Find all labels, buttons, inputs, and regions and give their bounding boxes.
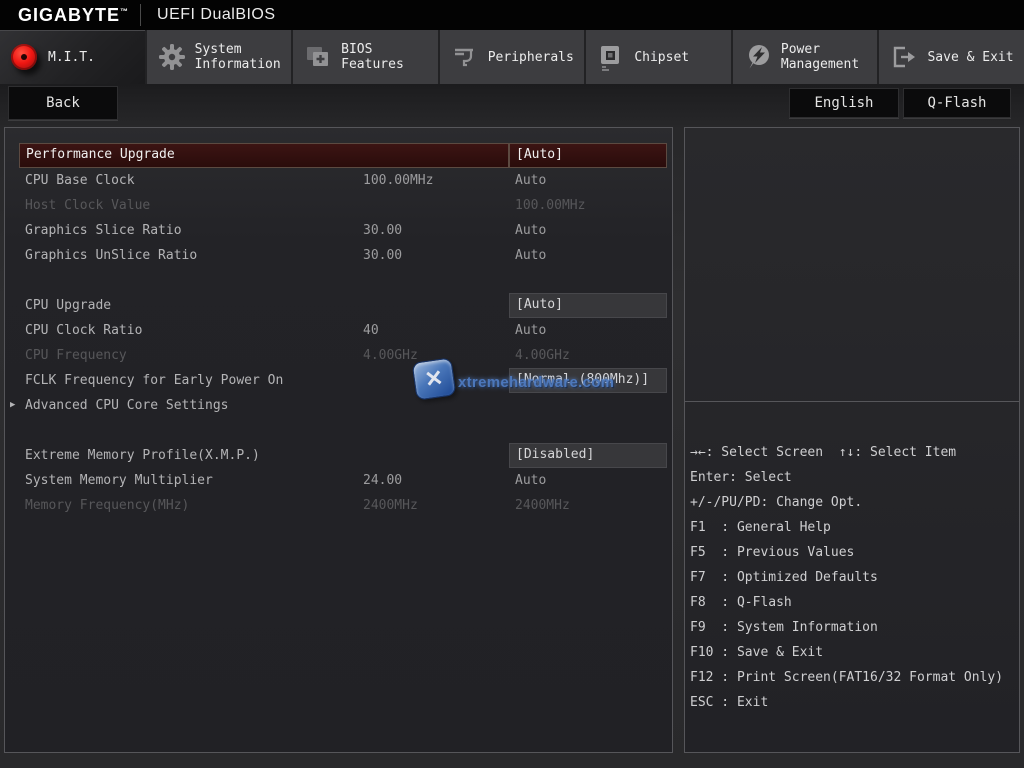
option-value-cell[interactable]: [Auto] — [509, 293, 667, 318]
language-button[interactable]: English — [789, 88, 899, 118]
folder-plus-icon — [304, 43, 332, 71]
help-line: F8 : Q-Flash — [690, 595, 792, 610]
setting-row-graphics-slice-ratio[interactable]: Graphics Slice Ratio 30.00 Auto — [5, 218, 672, 243]
setting-row-cpu-upgrade[interactable]: CPU Upgrade [Auto] — [5, 293, 672, 318]
submenu-arrow-icon: ▶ — [10, 400, 16, 410]
setting-row-host-clock-value: Host Clock Value 100.00MHz — [25, 198, 586, 213]
help-line: F12 : Print Screen(FAT16/32 Format Only) — [690, 670, 1004, 685]
help-line: →←: Select Screen ↑↓: Select Item — [690, 445, 957, 460]
option-value-cell[interactable]: [Normal (800Mhz)] — [509, 368, 667, 393]
setting-row-system-memory-multiplier[interactable]: System Memory Multiplier 24.00 Auto — [5, 468, 672, 493]
help-line: F9 : System Information — [690, 620, 878, 635]
help-line: ESC : Exit — [690, 695, 769, 710]
help-line: +/-/PU/PD: Change Opt. — [690, 495, 863, 510]
setting-row-cpu-base-clock[interactable]: CPU Base Clock 100.00MHz Auto — [5, 168, 672, 193]
help-panel: →←: Select Screen ↑↓: Select Item Enter:… — [684, 127, 1020, 753]
tab-label: Save & Exit — [927, 49, 1014, 65]
tab-label: BIOS Features — [341, 42, 404, 72]
lightning-icon — [744, 43, 772, 71]
key-legend: →←: Select Screen ↑↓: Select Item Enter:… — [685, 402, 1019, 715]
save-exit-icon — [890, 43, 918, 71]
tab-peripherals[interactable]: Peripherals — [437, 30, 585, 84]
setting-row-advanced-cpu-core-settings[interactable]: ▶ Advanced CPU Core Settings — [5, 393, 672, 418]
selected-setting-label: Performance Upgrade — [19, 143, 509, 168]
tab-label: Chipset — [634, 49, 690, 65]
tab-bios-features[interactable]: BIOS Features — [291, 30, 438, 84]
tab-mit[interactable]: M.I.T. — [0, 30, 145, 84]
tab-bar: M.I.T. System Information BIOS Features … — [0, 30, 1024, 84]
selected-setting-value[interactable]: [Auto] — [509, 143, 667, 168]
gigabyte-logo: GIGABYTE™ — [18, 4, 129, 25]
settings-rows: Performance Upgrade [Auto] CPU Base Cloc… — [5, 128, 672, 518]
divider — [140, 4, 142, 26]
setting-row-graphics-unslice-ratio[interactable]: Graphics UnSlice Ratio 30.00 Auto — [5, 243, 672, 268]
mit-red-dot-icon — [11, 43, 39, 71]
tab-power-management[interactable]: Power Management — [730, 30, 878, 84]
option-value-cell[interactable]: [Disabled] — [509, 443, 667, 468]
setting-row-cpu-clock-ratio[interactable]: CPU Clock Ratio 40 Auto — [5, 318, 672, 343]
help-line: F7 : Optimized Defaults — [690, 570, 878, 585]
peripherals-icon — [451, 43, 479, 71]
qflash-button[interactable]: Q-Flash — [903, 88, 1011, 118]
toolbar: Back English Q-Flash — [0, 84, 1024, 127]
title-bar: GIGABYTE™ UEFI DualBIOS — [0, 0, 1024, 30]
item-help-description-box — [685, 128, 1019, 402]
setting-row-performance-upgrade[interactable]: Performance Upgrade [Auto] — [5, 143, 672, 168]
help-line: F1 : General Help — [690, 520, 831, 535]
tab-save-exit[interactable]: Save & Exit — [877, 30, 1024, 84]
settings-panel: Performance Upgrade [Auto] CPU Base Cloc… — [4, 127, 673, 753]
setting-row-cpu-frequency: CPU Frequency 4.00GHz 4.00GHz — [25, 348, 570, 363]
tab-label: Peripherals — [487, 49, 574, 65]
tab-label: Power Management — [780, 42, 860, 72]
setting-row-fclk-frequency[interactable]: FCLK Frequency for Early Power On [Norma… — [5, 368, 672, 393]
help-line: F5 : Previous Values — [690, 545, 855, 560]
gear-icon — [158, 43, 186, 71]
tab-chipset[interactable]: Chipset — [584, 30, 731, 84]
tab-system-information[interactable]: System Information — [144, 30, 292, 84]
help-line: Enter: Select — [690, 470, 792, 485]
setting-row-memory-frequency: Memory Frequency(MHz) 2400MHz 2400MHz — [25, 498, 570, 513]
setting-row-xmp[interactable]: Extreme Memory Profile(X.M.P.) [Disabled… — [5, 443, 672, 468]
chipset-icon — [597, 43, 625, 71]
back-button[interactable]: Back — [8, 86, 118, 120]
help-line: F10 : Save & Exit — [690, 645, 824, 660]
tab-label: System Information — [194, 42, 281, 72]
firmware-title: UEFI DualBIOS — [157, 6, 276, 23]
tab-label: M.I.T. — [48, 49, 95, 65]
